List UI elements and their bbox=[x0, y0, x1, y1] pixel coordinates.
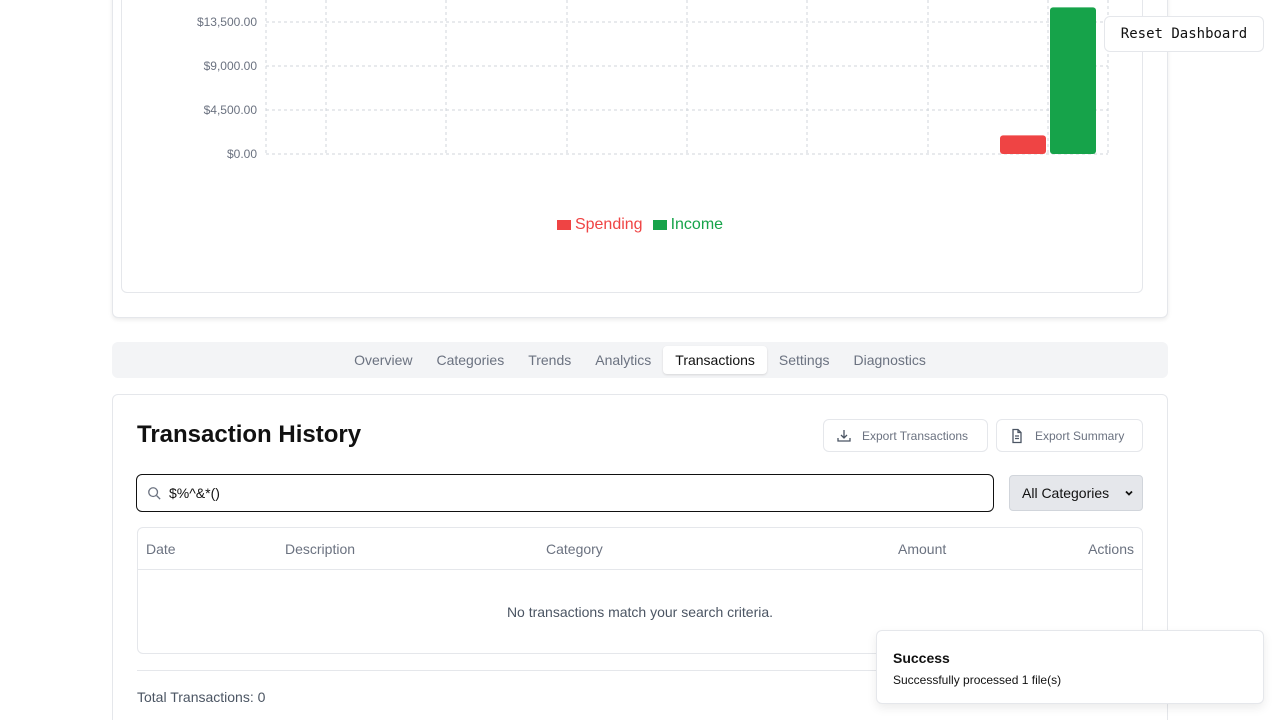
search-icon bbox=[148, 487, 161, 500]
search-field[interactable] bbox=[136, 474, 994, 512]
tab-transactions[interactable]: Transactions bbox=[663, 346, 767, 374]
chart-legend: Spending Income bbox=[0, 216, 1280, 234]
bar-income bbox=[1050, 7, 1096, 155]
legend-item-spending[interactable]: Spending bbox=[556, 216, 643, 234]
y-tick-label: $9,000.00 bbox=[204, 59, 258, 73]
legend-label-spending: Spending bbox=[574, 216, 643, 233]
legend-swatch-income bbox=[652, 220, 667, 230]
legend-label-income: Income bbox=[670, 216, 724, 233]
tab-categories[interactable]: Categories bbox=[424, 346, 516, 374]
export-transactions-button[interactable]: Export Transactions bbox=[823, 419, 988, 452]
success-toast[interactable]: Success Successfully processed 1 file(s) bbox=[876, 630, 1264, 704]
column-header-category[interactable]: Category bbox=[546, 541, 603, 557]
search-input[interactable] bbox=[169, 485, 969, 501]
column-header-actions: Actions bbox=[1088, 541, 1134, 557]
column-header-amount[interactable]: Amount bbox=[898, 541, 946, 557]
column-header-date[interactable]: Date bbox=[146, 541, 176, 557]
export-summary-button[interactable]: Export Summary bbox=[996, 419, 1143, 452]
page-title: Transaction History bbox=[137, 421, 362, 448]
chevron-down-icon bbox=[1125, 490, 1133, 496]
legend-item-income[interactable]: Income bbox=[652, 216, 724, 234]
category-select-value: All Categories bbox=[1022, 485, 1110, 501]
total-transactions: Total Transactions: 0 bbox=[137, 689, 266, 705]
table-header: Date Description Category Amount Actions bbox=[138, 528, 1142, 570]
toast-title: Success bbox=[893, 650, 950, 666]
export-transactions-label: Export Transactions bbox=[862, 428, 969, 443]
download-icon bbox=[837, 429, 851, 442]
export-summary-label: Export Summary bbox=[1035, 428, 1125, 443]
y-tick-label: $13,500.00 bbox=[197, 15, 257, 29]
tab-bar: Overview Categories Trends Analytics Tra… bbox=[112, 342, 1168, 378]
tab-trends[interactable]: Trends bbox=[516, 346, 583, 374]
toast-message: Successfully processed 1 file(s) bbox=[893, 673, 1062, 687]
document-icon bbox=[1012, 428, 1022, 443]
legend-swatch-spending bbox=[556, 220, 571, 230]
reset-dashboard-button[interactable]: Reset Dashboard bbox=[1104, 16, 1264, 52]
tab-overview[interactable]: Overview bbox=[342, 346, 424, 374]
y-tick-label: $4,500.00 bbox=[204, 103, 258, 117]
bar-spending bbox=[1000, 135, 1046, 154]
spending-income-chart: $0.00 $4,500.00 $9,000.00 $13,500.00 bbox=[197, 0, 1109, 161]
dashboard-page: $0.00 $4,500.00 $9,000.00 $13,500.00 Spendi… bbox=[0, 0, 1280, 720]
tab-settings[interactable]: Settings bbox=[767, 346, 842, 374]
empty-state-message: No transactions match your search criter… bbox=[506, 604, 774, 620]
tab-analytics[interactable]: Analytics bbox=[583, 346, 663, 374]
category-select[interactable]: All Categories bbox=[1009, 475, 1143, 511]
tab-diagnostics[interactable]: Diagnostics bbox=[842, 346, 938, 374]
y-tick-label: $0.00 bbox=[227, 147, 257, 161]
column-header-description[interactable]: Description bbox=[285, 541, 355, 557]
